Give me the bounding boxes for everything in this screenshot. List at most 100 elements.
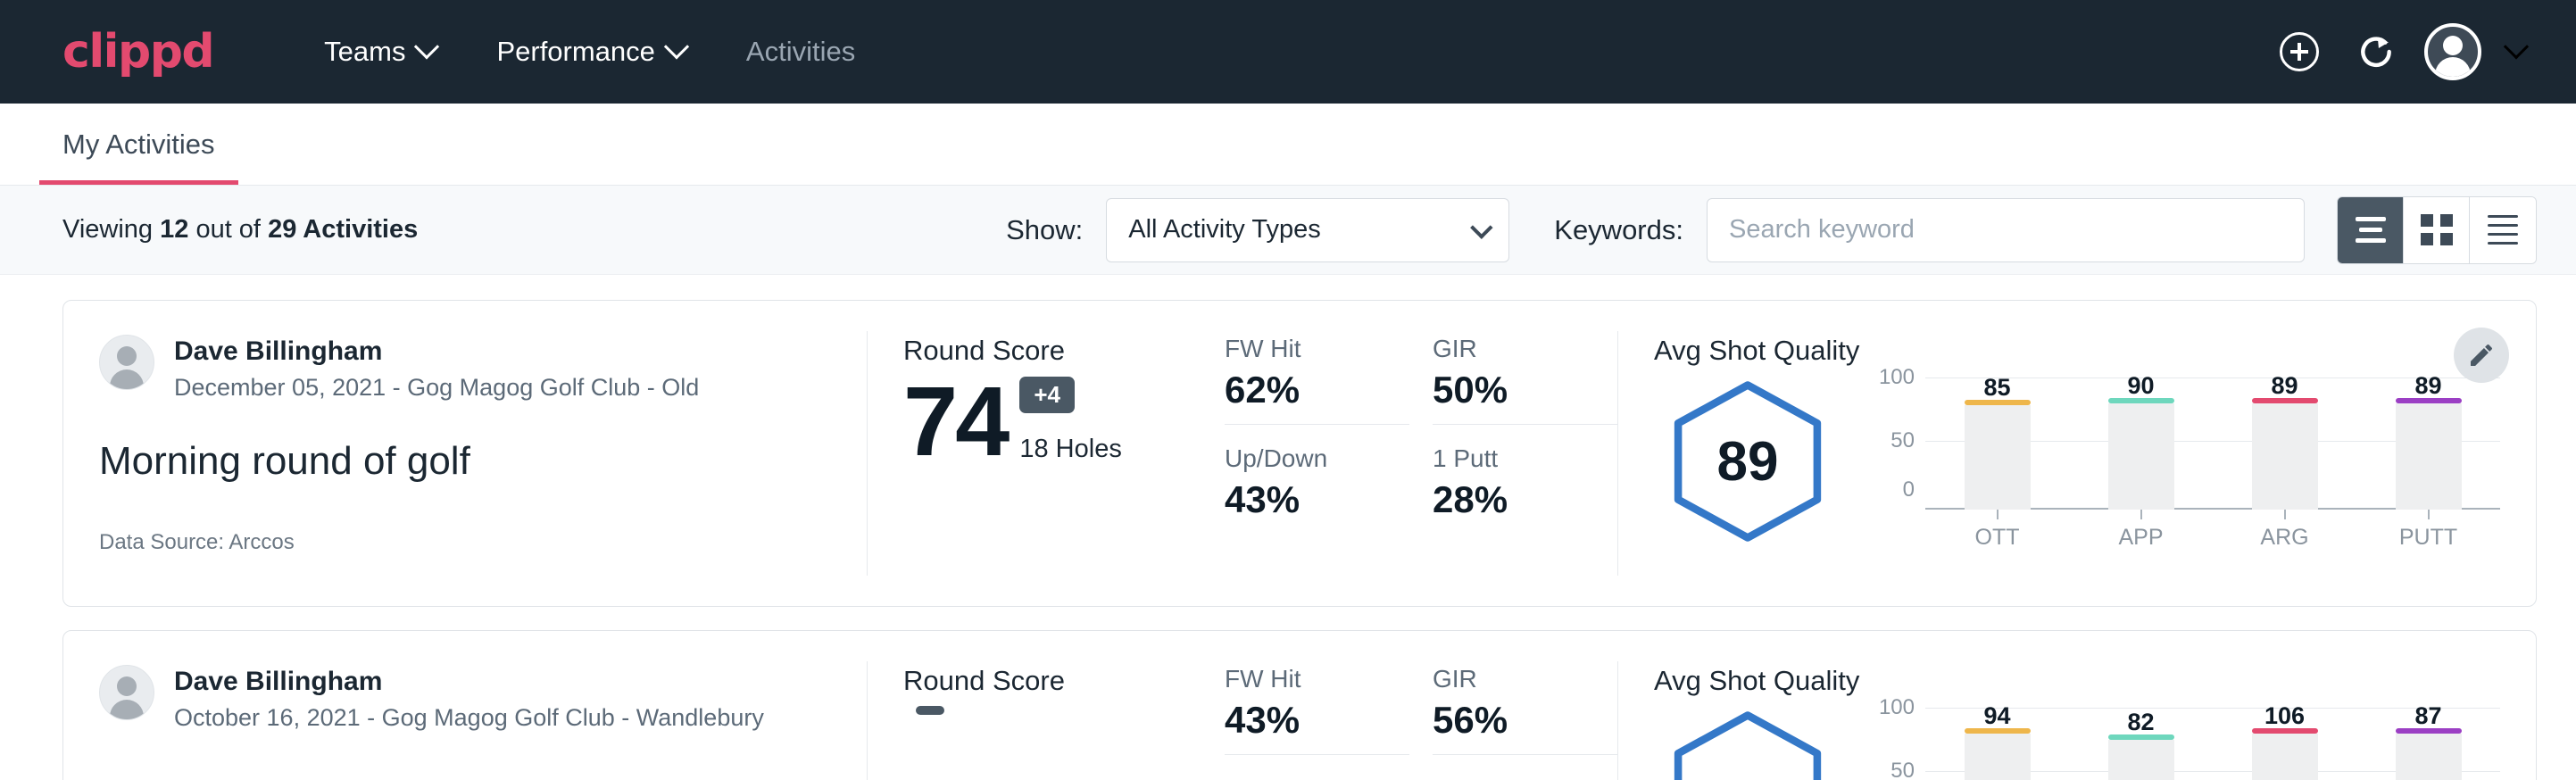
player-name: Dave Billingham [174, 335, 699, 369]
stat-value: 28% [1433, 478, 1617, 521]
bar-value-label: 94 [1983, 702, 2010, 730]
search-input-placeholder: Search keyword [1729, 215, 1915, 245]
activity-meta: December 05, 2021 - Gog Magog Golf Club … [174, 374, 699, 402]
activity-summary-column: Dave Billingham October 16, 2021 - Gog M… [63, 631, 867, 780]
stat-label: GIR [1433, 665, 1617, 693]
bar-value-label: 82 [2127, 709, 2154, 736]
viewing-total: 29 Activities [268, 215, 418, 244]
round-score-value: 74 [903, 376, 1007, 469]
show-label: Show: [1006, 214, 1083, 246]
stat-value: 43% [1225, 478, 1409, 521]
pencil-icon [2467, 341, 2496, 369]
bar-value-label: 89 [2414, 372, 2441, 400]
nav-item-activities-label: Activities [746, 36, 855, 68]
activity-author: Dave Billingham October 16, 2021 - Gog M… [99, 665, 831, 732]
x-tick-label: OTT [1975, 525, 2020, 551]
stat-label: FW Hit [1225, 335, 1409, 363]
stat-label: GIR [1433, 335, 1617, 363]
hexagon-icon [1663, 707, 1832, 780]
round-score-value-group: 74 +4 18 Holes [903, 376, 1225, 469]
avg-shot-quality-label: Avg Shot Quality [1654, 665, 2500, 697]
activity-summary-column: Dave Billingham December 05, 2021 - Gog … [63, 301, 867, 606]
chart-bars: 94 82 106 8 [1925, 702, 2500, 780]
x-tick-label: ARG [2260, 525, 2308, 551]
search-input[interactable]: Search keyword [1707, 198, 2305, 262]
filter-bar: Viewing 12 out of 29 Activities Show: Al… [0, 186, 2576, 275]
x-tick-label: APP [2118, 525, 2163, 551]
bar-value-label: 106 [2264, 702, 2305, 730]
stat-one-putt: 1 Putt 28% [1433, 444, 1617, 534]
nav-item-performance[interactable]: Performance [466, 0, 715, 104]
y-tick-label: 100 [1879, 695, 1915, 720]
refresh-icon [2356, 32, 2396, 71]
stat-value: 56% [1433, 699, 1617, 742]
viewing-mid: out of [195, 215, 261, 244]
account-menu-chevron[interactable] [2496, 18, 2537, 86]
view-mode-list-button[interactable] [2338, 197, 2404, 263]
activity-card[interactable]: Dave Billingham October 16, 2021 - Gog M… [62, 630, 2537, 780]
stat-fw-hit: FW Hit 62% [1225, 335, 1409, 425]
avg-shot-quality-hexagon [1654, 702, 1841, 780]
round-stats-grid: FW Hit 62% GIR 50% Up/Down 43% 1 Putt 28… [1225, 301, 1617, 606]
account-menu-button[interactable] [2419, 18, 2487, 86]
avg-shot-quality-value: 89 [1717, 430, 1779, 494]
stat-value: 50% [1433, 369, 1617, 411]
activity-meta: October 16, 2021 - Gog Magog Golf Club -… [174, 704, 764, 732]
avg-shot-quality-column: Avg Shot Quality 89 100 50 0 [1618, 301, 2536, 606]
refresh-button[interactable] [2342, 18, 2410, 86]
viewing-count: 12 [160, 215, 188, 244]
view-mode-compact-button[interactable] [2470, 197, 2536, 263]
activities-list: Dave Billingham December 05, 2021 - Gog … [0, 275, 2576, 780]
shot-quality-bar-chart: 100 50 0 94 [1863, 702, 2500, 780]
round-score-label: Round Score [903, 665, 1225, 697]
chart-plot-area: 94 82 106 8 [1925, 702, 2500, 780]
holes-played: 18 Holes [1019, 435, 1121, 464]
bar-putt: 87 [2396, 702, 2462, 780]
bar-ott: 85 [1965, 372, 2031, 510]
nav-item-teams-label: Teams [324, 36, 405, 68]
bar-putt: 89 [2396, 372, 2462, 510]
app-logo[interactable]: clippd [62, 25, 213, 79]
top-navigation-bar: clippd Teams Performance Activities [0, 0, 2576, 104]
activity-data-source: Data Source: Arccos [99, 530, 831, 555]
shot-quality-bar-chart: 100 50 0 85 [1863, 372, 2500, 551]
bar-arg: 106 [2252, 702, 2318, 780]
chart-y-axis: 100 50 0 [1863, 372, 1922, 510]
stat-label: Up/Down [1225, 444, 1409, 473]
nav-item-activities[interactable]: Activities [716, 0, 885, 104]
avatar [99, 335, 154, 390]
add-activity-button[interactable] [2265, 18, 2333, 86]
chevron-down-icon [1470, 216, 1492, 238]
activity-card[interactable]: Dave Billingham December 05, 2021 - Gog … [62, 300, 2537, 607]
bar-value-label: 85 [1983, 374, 2010, 402]
bar-value-label: 90 [2127, 372, 2154, 400]
keywords-label: Keywords: [1554, 214, 1683, 246]
avg-shot-quality-column: Avg Shot Quality 100 50 0 [1618, 631, 2536, 780]
stat-value: 43% [1225, 699, 1409, 742]
stat-fw-hit: FW Hit 43% [1225, 665, 1409, 755]
tab-my-activities[interactable]: My Activities [39, 129, 238, 185]
y-tick-label: 100 [1879, 365, 1915, 390]
chart-plot-area: 85 90 89 89 [1925, 372, 2500, 510]
round-score-column: Round Score 74 +4 18 Holes [868, 301, 1225, 606]
edit-activity-button[interactable] [2454, 328, 2509, 383]
player-name: Dave Billingham [174, 665, 764, 699]
bar-value-label: 87 [2414, 702, 2441, 730]
bar-app: 90 [2108, 372, 2174, 510]
nav-item-performance-label: Performance [496, 36, 654, 68]
viewing-prefix: Viewing [62, 215, 153, 244]
score-differential-badge [916, 706, 944, 715]
bar-ott: 94 [1965, 702, 2031, 780]
round-score-label: Round Score [903, 335, 1225, 367]
chevron-down-icon [2504, 34, 2529, 59]
y-tick-label: 0 [1903, 477, 1915, 502]
activity-type-select[interactable]: All Activity Types [1106, 198, 1509, 262]
stat-value: 62% [1225, 369, 1409, 411]
view-mode-grid-button[interactable] [2404, 197, 2470, 263]
bar-arg: 89 [2252, 372, 2318, 510]
y-tick-label: 50 [1890, 428, 1915, 453]
chart-y-axis: 100 50 0 [1863, 702, 1922, 780]
avg-shot-quality-label: Avg Shot Quality [1654, 335, 2500, 367]
nav-item-teams[interactable]: Teams [294, 0, 466, 104]
account-avatar-icon [2424, 23, 2481, 80]
